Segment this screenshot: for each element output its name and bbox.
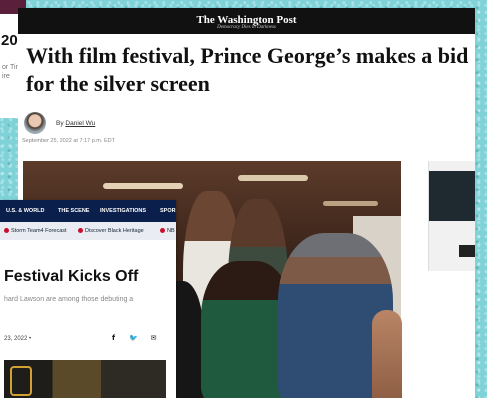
ceiling-light bbox=[103, 183, 183, 189]
byline-prefix: By bbox=[56, 120, 64, 127]
article-dek: hard Lawson are among those debuting a bbox=[4, 296, 134, 303]
facebook-icon[interactable]: f bbox=[108, 333, 119, 344]
weather-icon bbox=[4, 228, 9, 234]
holding-hand bbox=[372, 310, 402, 398]
subnav-storm-team[interactable]: Storm Team4 Forecast bbox=[4, 228, 67, 234]
article-headline: Festival Kicks Off bbox=[4, 268, 139, 285]
wapo-header-bar: The Washington Post Democracy Dies in Da… bbox=[18, 8, 475, 34]
subnav-black-heritage-label: Discover Black Heritage bbox=[85, 228, 144, 234]
gold-frame-shape bbox=[10, 366, 32, 396]
nav-item-investigations[interactable]: INVESTIGATIONS bbox=[100, 208, 146, 214]
nav-item-sports[interactable]: SPOR bbox=[160, 208, 176, 214]
sidebar-ad-image bbox=[429, 171, 475, 221]
wapo-tagline: Democracy Dies in Darkness bbox=[217, 25, 276, 30]
heritage-icon bbox=[78, 228, 83, 234]
subnav-black-heritage[interactable]: Discover Black Heritage bbox=[78, 228, 144, 234]
article-headline: With film festival, Prince George’s make… bbox=[26, 43, 469, 96]
subnav-storm-team-label: Storm Team4 Forecast bbox=[11, 228, 67, 234]
article-image bbox=[4, 360, 166, 398]
ceiling-light bbox=[238, 175, 308, 181]
article-date: 23, 2022 • bbox=[4, 336, 32, 342]
local-news-article: U.S. & WORLD THE SCENE INVESTIGATIONS SP… bbox=[0, 200, 176, 398]
nbc-icon bbox=[160, 228, 165, 234]
nav-item-us-world[interactable]: U.S. & WORLD bbox=[6, 208, 45, 214]
author-avatar[interactable] bbox=[24, 112, 46, 134]
ceiling-light bbox=[323, 201, 378, 206]
article-dateline: September 25, 2022 at 7:17 p.m. EDT bbox=[22, 138, 115, 144]
site-nav-bar: U.S. & WORLD THE SCENE INVESTIGATIONS SP… bbox=[0, 200, 176, 222]
byline: By Daniel Wu bbox=[56, 120, 95, 127]
subnav-nb[interactable]: NB bbox=[160, 228, 175, 234]
nav-item-the-scene[interactable]: THE SCENE bbox=[58, 208, 89, 214]
twitter-icon[interactable]: 🐦 bbox=[128, 333, 139, 344]
subnav-nb-label: NB bbox=[167, 228, 175, 234]
sidebar-ad-button[interactable] bbox=[459, 245, 475, 257]
sidebar-ad-card bbox=[428, 161, 475, 271]
author-link[interactable]: Daniel Wu bbox=[65, 120, 95, 127]
site-sub-nav: Storm Team4 Forecast Discover Black Heri… bbox=[0, 222, 176, 240]
email-icon[interactable]: ✉ bbox=[148, 333, 159, 344]
